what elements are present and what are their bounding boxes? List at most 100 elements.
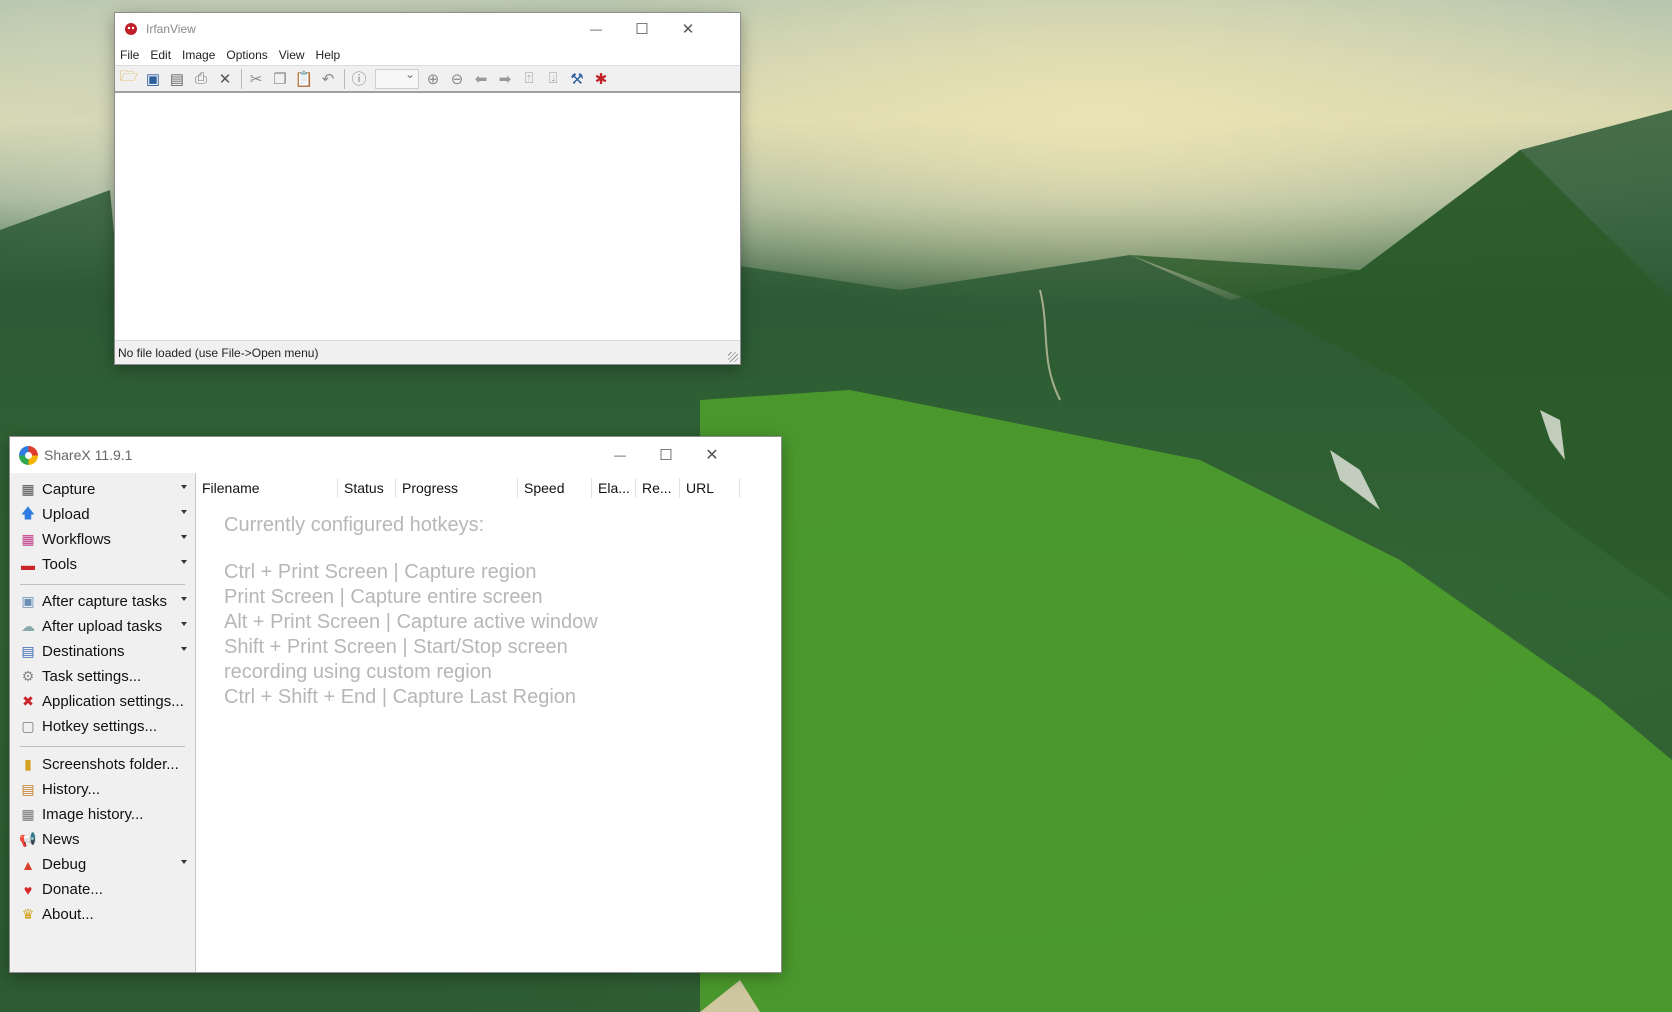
wrench-screwdriver-icon: ✖ [22, 693, 34, 709]
sidebar-item-label: Screenshots folder... [42, 756, 179, 773]
info-icon[interactable]: ⓘ [348, 68, 370, 90]
hotkeys-info: Currently configured hotkeys: Ctrl + Pri… [224, 513, 598, 710]
sidebar-item-task-settings[interactable]: ⚙ Task settings... [10, 664, 195, 689]
cut-icon[interactable]: ✂ [245, 68, 267, 90]
dropdown-arrow-icon [181, 860, 187, 864]
image-canvas[interactable] [115, 94, 740, 341]
sidebar-item-destinations[interactable]: ▤ Destinations [10, 639, 195, 664]
hotkey-line: Ctrl + Print Screen | Capture region [224, 561, 537, 583]
menu-view[interactable]: View [274, 48, 311, 62]
sidebar-item-application-settings[interactable]: ✖ Application settings... [10, 689, 195, 714]
sidebar-item-image-history[interactable]: ▦ Image history... [10, 802, 195, 827]
menu-options[interactable]: Options [221, 48, 273, 62]
previous-icon[interactable]: ⬅ [470, 68, 492, 90]
sidebar-item-history[interactable]: ▤ History... [10, 777, 195, 802]
resize-grip[interactable] [728, 352, 738, 362]
slideshow-icon[interactable]: ▣ [142, 68, 164, 90]
undo-icon[interactable]: ↶ [317, 68, 339, 90]
cloud-icon: ☁ [21, 618, 35, 634]
sidebar-item-label: Donate... [42, 881, 103, 898]
sharex-title: ShareX 11.9.1 [44, 447, 133, 463]
workflows-grid-icon: ▦ [21, 531, 35, 547]
gear-icon: ⚙ [21, 668, 35, 684]
sidebar-item-donate[interactable]: ♥ Donate... [10, 877, 195, 902]
page-up-icon[interactable]: ⍐ [518, 68, 540, 90]
sidebar-item-debug[interactable]: ▲ Debug [10, 852, 195, 877]
sidebar-item-after-upload-tasks[interactable]: ☁ After upload tasks [10, 614, 195, 639]
paste-icon[interactable]: 📋 [293, 68, 315, 90]
zoom-out-icon[interactable]: ⊖ [446, 68, 468, 90]
column-url[interactable]: URL [680, 473, 740, 503]
minimize-button[interactable]: — [573, 13, 619, 45]
menu-image[interactable]: Image [177, 48, 221, 62]
column-remaining[interactable]: Re... [636, 473, 680, 503]
copy-icon[interactable]: ❐ [269, 68, 291, 90]
sidebar-item-tools[interactable]: ▬ Tools [10, 552, 195, 577]
dropdown-arrow-icon [181, 647, 187, 651]
sidebar-item-label: After upload tasks [42, 618, 163, 635]
menu-edit[interactable]: Edit [145, 48, 177, 62]
open-folder-icon[interactable]: 🗁 [118, 68, 140, 90]
print-icon[interactable]: ⎙ [190, 68, 212, 90]
image-tasks-icon: ▣ [21, 593, 35, 609]
close-button[interactable]: ✕ [689, 437, 735, 473]
sharex-main-panel[interactable]: Filename Status Progress Speed Ela... Re… [196, 473, 781, 972]
sidebar-item-about[interactable]: ♛ About... [10, 902, 195, 927]
column-status[interactable]: Status [338, 473, 396, 503]
sidebar-item-upload[interactable]: 🡅 Upload [10, 502, 195, 527]
close-button[interactable]: ✕ [665, 13, 711, 45]
maximize-button[interactable]: ☐ [619, 13, 665, 45]
delete-icon[interactable]: ✕ [214, 68, 236, 90]
sidebar-item-capture[interactable]: ▦ Capture [10, 477, 195, 502]
sidebar-item-label: Workflows [42, 531, 111, 548]
page-down-icon[interactable]: ⍗ [542, 68, 564, 90]
dropdown-arrow-icon [181, 597, 187, 601]
sidebar-item-workflows[interactable]: ▦ Workflows [10, 527, 195, 552]
sharex-logo-icon [19, 445, 38, 465]
zoom-in-icon[interactable]: ⊕ [422, 68, 444, 90]
sidebar-item-label: Capture [42, 481, 96, 498]
dropdown-arrow-icon [181, 535, 187, 539]
hotkey-line: recording using custom region [224, 661, 492, 683]
sidebar-item-label: News [42, 831, 80, 848]
minimize-icon: — [614, 448, 626, 462]
crown-icon: ♛ [21, 906, 35, 922]
sidebar-item-after-capture-tasks[interactable]: ▣ After capture tasks [10, 589, 195, 614]
sidebar-item-label: Upload [42, 506, 90, 523]
maximize-icon: ☐ [635, 21, 649, 38]
sharex-window: ShareX 11.9.1 — ☐ ✕ ▦ Capture 🡅 Upload ▦ Work… [10, 437, 781, 972]
column-filename[interactable]: Filename [196, 473, 338, 503]
properties-icon[interactable]: ⚒ [566, 68, 588, 90]
hotkey-line: Print Screen | Capture entire screen [224, 586, 543, 608]
column-progress[interactable]: Progress [396, 473, 518, 503]
menu-help[interactable]: Help [311, 48, 347, 62]
next-icon[interactable]: ➡ [494, 68, 516, 90]
minimize-button[interactable]: — [597, 437, 643, 473]
destinations-icon: ▤ [21, 643, 35, 659]
close-icon: ✕ [681, 21, 695, 38]
sidebar-item-screenshots-folder[interactable]: ▮ Screenshots folder... [10, 752, 195, 777]
toolbox-icon: ▬ [21, 556, 35, 573]
sidebar-item-news[interactable]: 📢 News [10, 827, 195, 852]
hotkey-line: Ctrl + Shift + End | Capture Last Region [224, 686, 577, 708]
history-icon: ▤ [21, 781, 35, 797]
column-speed[interactable]: Speed [518, 473, 592, 503]
irfanview-cat-icon [125, 23, 137, 35]
hotkeys-title: Currently configured hotkeys: [224, 514, 485, 536]
sidebar-item-label: Image history... [42, 806, 144, 823]
task-list-header: Filename Status Progress Speed Ela... Re… [196, 473, 781, 503]
close-icon: ✕ [705, 447, 719, 464]
hotkey-line: Shift + Print Screen | Start/Stop screen [224, 636, 568, 658]
zoom-select[interactable] [375, 67, 419, 89]
sidebar-separator [20, 746, 185, 747]
irfanview-statusbar: No file loaded (use File->Open menu) [115, 340, 740, 364]
column-elapsed[interactable]: Ela... [592, 473, 636, 503]
save-icon[interactable]: ▤ [166, 68, 188, 90]
irfanview-menubar: File Edit Image Options View Help [115, 45, 740, 65]
sidebar-item-hotkey-settings[interactable]: ▢ Hotkey settings... [10, 714, 195, 739]
sidebar-item-label: About... [42, 906, 94, 923]
menu-file[interactable]: File [115, 48, 145, 62]
irfanview-cat-icon[interactable]: ✱ [590, 68, 612, 90]
dropdown-arrow-icon [181, 622, 187, 626]
maximize-button[interactable]: ☐ [643, 437, 689, 473]
